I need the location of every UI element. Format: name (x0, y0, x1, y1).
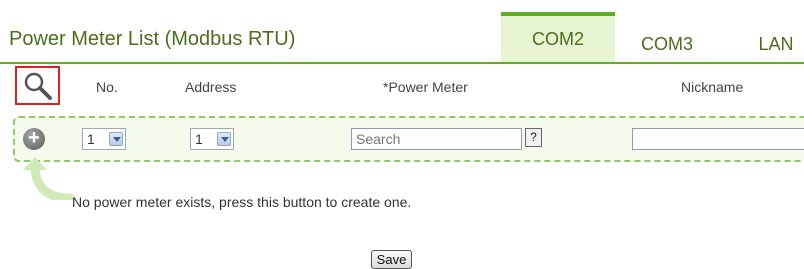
nickname-input[interactable] (632, 128, 804, 150)
chevron-down-icon (109, 132, 123, 146)
search-meter-button[interactable] (15, 66, 60, 105)
tab-com3[interactable]: COM3 (637, 26, 697, 62)
page-title: Power Meter List (Modbus RTU) (9, 28, 296, 50)
tab-lan[interactable]: LAN (748, 26, 804, 62)
chevron-down-icon (217, 132, 231, 146)
tab-com2[interactable]: COM2 (501, 12, 615, 62)
column-header-power-meter: *Power Meter (383, 79, 468, 95)
address-select[interactable]: 1 (190, 128, 234, 150)
column-header-address: Address (185, 79, 237, 95)
save-button[interactable]: Save (371, 250, 412, 269)
help-button[interactable]: ? (525, 128, 542, 147)
empty-list-hint: No power meter exists, press this button… (72, 194, 412, 210)
power-meter-search-input[interactable] (351, 128, 522, 150)
add-meter-button[interactable]: + (23, 128, 45, 150)
header-divider (0, 62, 804, 64)
no-select-value: 1 (87, 131, 95, 147)
plus-icon: + (28, 127, 40, 149)
address-select-value: 1 (195, 131, 203, 147)
column-header-nickname: Nickname (681, 79, 744, 95)
no-select[interactable]: 1 (82, 128, 126, 150)
curved-arrow-icon (23, 157, 74, 200)
column-header-no: No. (96, 79, 118, 95)
magnifier-icon (24, 72, 52, 100)
